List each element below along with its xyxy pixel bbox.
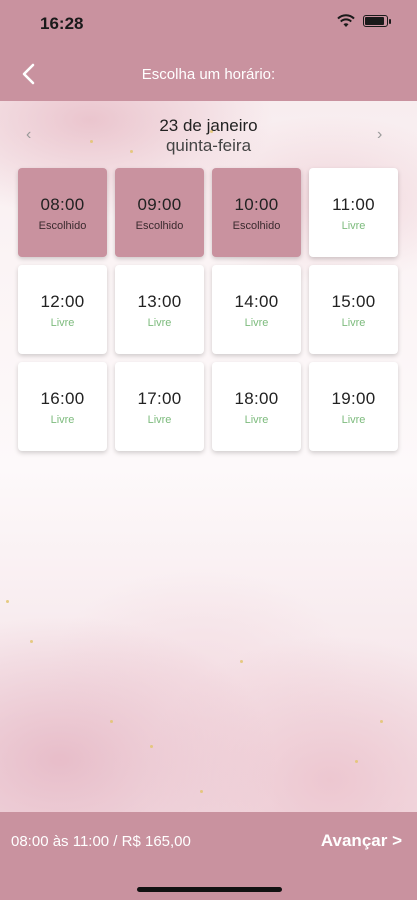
slot-status: Livre <box>244 317 269 329</box>
battery-tip <box>389 18 391 24</box>
slot-status: Livre <box>341 414 366 426</box>
date-navigator: ‹ 23 de janeiro quinta-feira › <box>0 115 417 160</box>
gold-fleck <box>380 720 383 723</box>
slot-status: Livre <box>147 317 172 329</box>
gold-fleck <box>240 660 243 663</box>
slot-time: 16:00 <box>40 389 85 408</box>
time-slot[interactable]: 17:00 Livre <box>115 362 204 451</box>
slot-status: Escolhido <box>38 220 87 232</box>
slot-status: Escolhido <box>135 220 184 232</box>
time-slot[interactable]: 12:00 Livre <box>18 265 107 354</box>
selected-weekday: quinta-feira <box>165 136 252 155</box>
slot-status: Livre <box>147 414 172 426</box>
time-slot[interactable]: 15:00 Livre <box>309 265 398 354</box>
home-indicator[interactable] <box>137 887 282 892</box>
time-slot[interactable]: 19:00 Livre <box>309 362 398 451</box>
slot-time: 17:00 <box>137 389 182 408</box>
gold-fleck <box>200 790 203 793</box>
gold-fleck <box>30 640 33 643</box>
footer-bar: 08:00 às 11:00 / R$ 165,00 Avançar > <box>0 812 417 900</box>
selected-date: 23 de janeiro <box>159 116 258 135</box>
slot-status: Livre <box>341 220 366 232</box>
slot-time: 12:00 <box>40 292 85 311</box>
slot-time: 19:00 <box>331 389 376 408</box>
time-slot[interactable]: 08:00 Escolhido <box>18 168 107 257</box>
slot-time: 09:00 <box>137 195 182 214</box>
slot-status: Livre <box>341 317 366 329</box>
time-slot[interactable]: 10:00 Escolhido <box>212 168 301 257</box>
time-slot[interactable]: 18:00 Livre <box>212 362 301 451</box>
slot-status: Livre <box>50 317 75 329</box>
next-button[interactable]: Avançar > <box>321 831 402 851</box>
time-slot[interactable]: 09:00 Escolhido <box>115 168 204 257</box>
next-day-chevron-icon[interactable]: › <box>377 126 391 146</box>
slot-status: Livre <box>244 414 269 426</box>
slot-time: 10:00 <box>234 195 279 214</box>
slot-time: 13:00 <box>137 292 182 311</box>
booking-summary: 08:00 às 11:00 / R$ 165,00 <box>11 833 191 850</box>
slot-time: 15:00 <box>331 292 376 311</box>
status-time: 16:28 <box>40 14 84 33</box>
time-slot[interactable]: 11:00 Livre <box>309 168 398 257</box>
slot-time: 18:00 <box>234 389 279 408</box>
time-slot[interactable]: 13:00 Livre <box>115 265 204 354</box>
time-slot[interactable]: 16:00 Livre <box>18 362 107 451</box>
time-slot[interactable]: 14:00 Livre <box>212 265 301 354</box>
slot-time: 11:00 <box>332 195 375 214</box>
app-header: 16:28 Escolha um horário: <box>0 0 417 101</box>
gold-fleck <box>6 600 9 603</box>
slot-time: 08:00 <box>40 195 85 214</box>
gold-fleck <box>110 720 113 723</box>
gold-fleck <box>355 760 358 763</box>
slot-time: 14:00 <box>234 292 279 311</box>
slot-status: Escolhido <box>232 220 281 232</box>
slot-status: Livre <box>50 414 75 426</box>
battery-icon <box>363 15 388 27</box>
time-slot-grid: 08:00 Escolhido 09:00 Escolhido 10:00 Escol… <box>18 168 398 451</box>
gold-fleck <box>150 745 153 748</box>
page-title: Escolha um horário: <box>141 66 276 83</box>
status-icons <box>337 14 391 28</box>
wifi-icon <box>337 14 355 27</box>
